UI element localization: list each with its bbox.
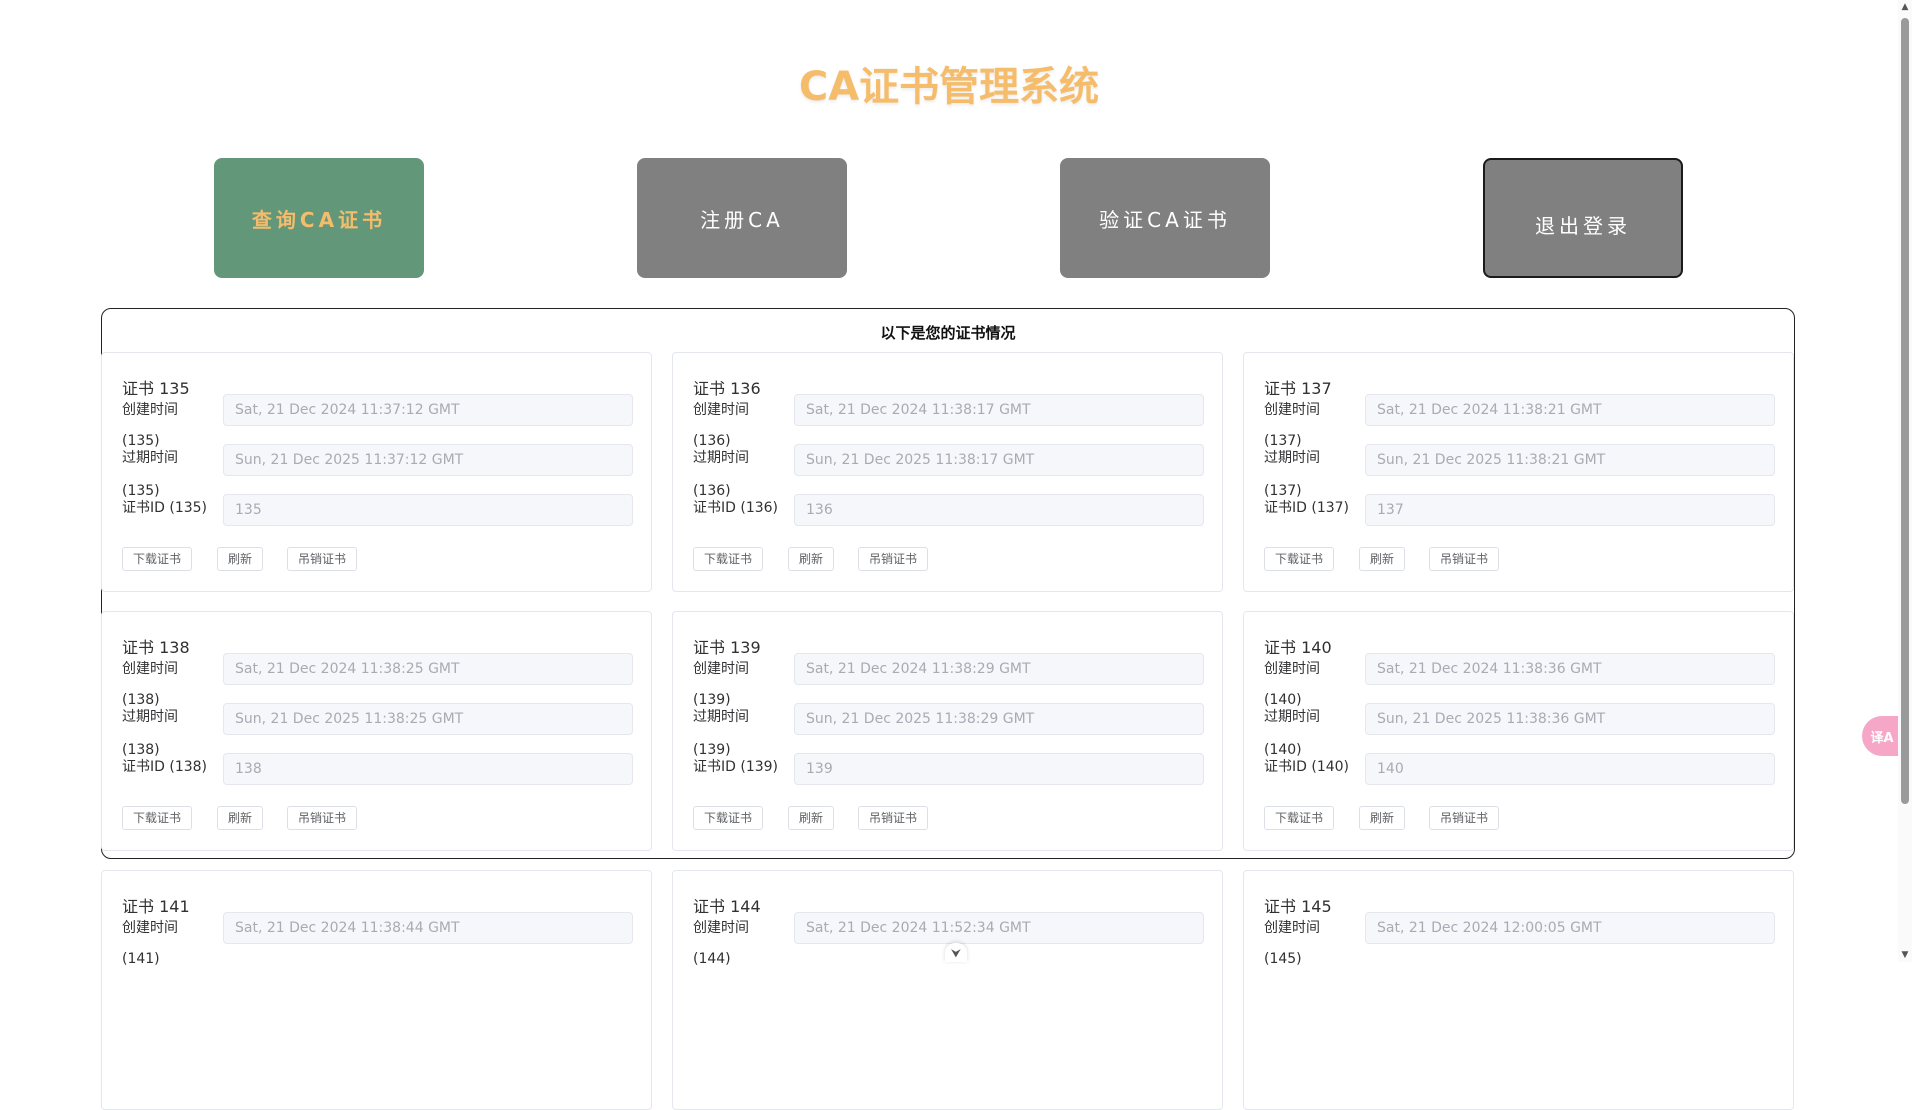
certificate-id-field[interactable]: 137 [1365, 494, 1775, 526]
certificate-id-field[interactable]: 138 [223, 753, 633, 785]
created-time-field[interactable]: Sat, 21 Dec 2024 11:38:21 GMT [1365, 394, 1775, 426]
certificate-title: 证书 135 [122, 379, 190, 398]
certificate-card: 证书 141 创建时间 Sat, 21 Dec 2024 11:38:44 GMT (… [101, 870, 652, 1110]
refresh-button[interactable]: 刷新 [217, 547, 264, 571]
created-time-field[interactable]: Sat, 21 Dec 2024 11:38:36 GMT [1365, 653, 1775, 685]
created-time-label: 创建时间 [122, 920, 178, 936]
certificate-id-field[interactable]: 139 [794, 753, 1204, 785]
certificate-id-label: (139) 证书ID (139) [693, 742, 779, 775]
certificate-card: 证书 140 创建时间 Sat, 21 Dec 2024 11:38:36 GMT (… [1243, 611, 1794, 851]
created-time-field[interactable]: Sat, 21 Dec 2024 11:38:17 GMT [794, 394, 1204, 426]
certificate-title: 证书 137 [1264, 379, 1332, 398]
expire-time-label: (139) 过期时间 [693, 692, 749, 725]
refresh-button[interactable]: 刷新 [217, 806, 264, 830]
nav-query-ca-button[interactable]: 查询CA证书 [214, 158, 424, 278]
certificate-card: 证书 144 创建时间 Sat, 21 Dec 2024 11:52:34 GMT (… [672, 870, 1223, 1110]
refresh-button[interactable]: 刷新 [1359, 547, 1406, 571]
created-time-field[interactable]: Sat, 21 Dec 2024 11:37:12 GMT [223, 394, 633, 426]
created-time-field[interactable]: Sat, 21 Dec 2024 11:52:34 GMT [794, 912, 1204, 944]
certificate-title: 证书 136 [693, 379, 761, 398]
nav-register-ca-button[interactable]: 注册CA [637, 158, 847, 278]
certificate-title: 证书 145 [1264, 897, 1332, 916]
revoke-certificate-button[interactable]: 吊销证书 [858, 547, 929, 571]
created-time-label: 创建时间 [693, 920, 749, 936]
scrollbar[interactable]: ▲ ▼ [1898, 0, 1912, 962]
created-time-label: 创建时间 [1264, 920, 1320, 936]
refresh-button[interactable]: 刷新 [788, 806, 835, 830]
expire-time-field[interactable]: Sun, 21 Dec 2025 11:38:21 GMT [1365, 444, 1775, 476]
certificate-id-label: (135) 证书ID (135) [122, 483, 208, 516]
scroll-down-arrow-icon[interactable]: ▼ [1901, 950, 1909, 960]
certificate-title: 证书 138 [122, 638, 190, 657]
download-certificate-button[interactable]: 下载证书 [693, 547, 764, 571]
created-time-label: 创建时间 [122, 661, 178, 677]
certificate-card: 证书 145 创建时间 Sat, 21 Dec 2024 12:00:05 GMT (… [1243, 870, 1794, 1110]
certificate-title: 证书 141 [122, 897, 190, 916]
created-time-label: 创建时间 [1264, 402, 1320, 418]
certificate-id-label: (136) 证书ID (136) [693, 483, 779, 516]
certificate-card: 证书 135 创建时间 Sat, 21 Dec 2024 11:37:12 GMT (… [101, 352, 652, 592]
expire-time-label: (136) 过期时间 [693, 433, 749, 466]
expire-time-label: (137) 过期时间 [1264, 433, 1320, 466]
revoke-certificate-button[interactable]: 吊销证书 [287, 806, 358, 830]
revoke-certificate-button[interactable]: 吊销证书 [287, 547, 358, 571]
expire-time-label: (135) 过期时间 [122, 433, 178, 466]
refresh-button[interactable]: 刷新 [1359, 806, 1406, 830]
download-certificate-button[interactable]: 下载证书 [122, 547, 193, 571]
expire-time-field[interactable]: Sun, 21 Dec 2025 11:38:29 GMT [794, 703, 1204, 735]
certificate-card: 证书 139 创建时间 Sat, 21 Dec 2024 11:38:29 GMT (… [672, 611, 1223, 851]
expire-time-field[interactable]: Sun, 21 Dec 2025 11:38:25 GMT [223, 703, 633, 735]
certificate-card: 证书 138 创建时间 Sat, 21 Dec 2024 11:38:25 GMT (… [101, 611, 652, 851]
certificate-id-field[interactable]: 135 [223, 494, 633, 526]
expire-time-field[interactable]: Sun, 21 Dec 2025 11:38:17 GMT [794, 444, 1204, 476]
download-certificate-button[interactable]: 下载证书 [1264, 806, 1335, 830]
created-time-label: 创建时间 [693, 402, 749, 418]
revoke-certificate-button[interactable]: 吊销证书 [858, 806, 929, 830]
scrollbar-thumb[interactable] [1901, 18, 1909, 804]
expire-time-label: (140) 过期时间 [1264, 692, 1320, 725]
expire-time-label: (145) [1264, 951, 1302, 967]
translate-icon[interactable]: 译A [1862, 716, 1902, 756]
certificate-id-label: (138) 证书ID (138) [122, 742, 208, 775]
expire-time-label: (138) 过期时间 [122, 692, 178, 725]
expire-time-field[interactable]: Sun, 21 Dec 2025 11:37:12 GMT [223, 444, 633, 476]
certificate-title: 证书 139 [693, 638, 761, 657]
certificate-id-label: (137) 证书ID (137) [1264, 483, 1350, 516]
certificate-title: 证书 140 [1264, 638, 1332, 657]
created-time-field[interactable]: Sat, 21 Dec 2024 11:38:44 GMT [223, 912, 633, 944]
download-certificate-button[interactable]: 下载证书 [693, 806, 764, 830]
created-time-label: 创建时间 [693, 661, 749, 677]
scroll-down-chevron-icon[interactable]: ⮟ [945, 943, 967, 962]
certificate-id-field[interactable]: 140 [1365, 753, 1775, 785]
certificate-title: 证书 144 [693, 897, 761, 916]
expire-time-field[interactable]: Sun, 21 Dec 2025 11:38:36 GMT [1365, 703, 1775, 735]
expire-time-label: (141) [122, 951, 160, 967]
created-time-field[interactable]: Sat, 21 Dec 2024 11:38:25 GMT [223, 653, 633, 685]
created-time-field[interactable]: Sat, 21 Dec 2024 11:38:29 GMT [794, 653, 1204, 685]
logout-button[interactable]: 退出登录 [1483, 158, 1683, 278]
created-time-label: 创建时间 [122, 402, 178, 418]
scroll-up-arrow-icon[interactable]: ▲ [1901, 2, 1909, 12]
certificate-card: 证书 136 创建时间 Sat, 21 Dec 2024 11:38:17 GMT (… [672, 352, 1223, 592]
panel-title: 以下是您的证书情况 [880, 324, 1016, 342]
certificate-card: 证书 137 创建时间 Sat, 21 Dec 2024 11:38:21 GMT (… [1243, 352, 1794, 592]
certificate-id-label: (140) 证书ID (140) [1264, 742, 1350, 775]
revoke-certificate-button[interactable]: 吊销证书 [1429, 547, 1500, 571]
nav-verify-ca-button[interactable]: 验证CA证书 [1060, 158, 1270, 278]
download-certificate-button[interactable]: 下载证书 [1264, 547, 1335, 571]
created-time-field[interactable]: Sat, 21 Dec 2024 12:00:05 GMT [1365, 912, 1775, 944]
refresh-button[interactable]: 刷新 [788, 547, 835, 571]
revoke-certificate-button[interactable]: 吊销证书 [1429, 806, 1500, 830]
expire-time-label: (144) [693, 951, 731, 967]
certificate-id-field[interactable]: 136 [794, 494, 1204, 526]
created-time-label: 创建时间 [1264, 661, 1320, 677]
app-title: CA证书管理系统 [798, 64, 1100, 110]
download-certificate-button[interactable]: 下载证书 [122, 806, 193, 830]
